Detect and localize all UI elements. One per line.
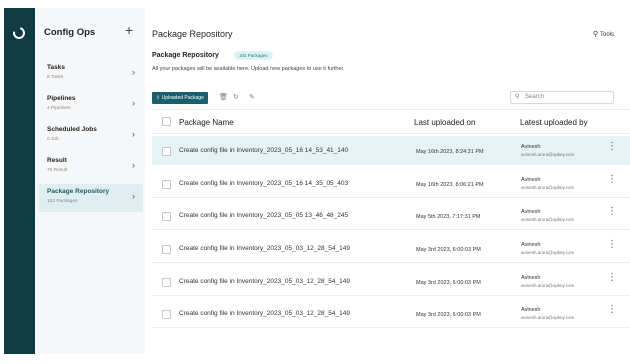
tools-label: Tools <box>599 32 614 38</box>
plus-icon[interactable]: + <box>125 23 133 37</box>
more-options-icon[interactable]: ⋮ <box>607 142 617 152</box>
uploader-email: avinesh.arora@opkey.com <box>521 152 575 157</box>
table-row[interactable]: Create config file in Inventory_2023_05_… <box>152 299 630 328</box>
uploader-email: avinesh.arora@opkey.com <box>521 250 575 255</box>
sidebar-title: Config Ops <box>44 27 96 38</box>
package-name: Create config file in Inventory_2023_05_… <box>179 147 349 154</box>
row-checkbox[interactable] <box>162 180 171 189</box>
more-options-icon[interactable]: ⋮ <box>607 207 617 217</box>
uploader-name: Avinesh <box>521 144 541 150</box>
row-checkbox[interactable] <box>162 245 171 254</box>
wrench-icon: ⚲ <box>592 31 598 38</box>
page-title: Package Repository <box>152 29 233 39</box>
more-options-icon[interactable]: ⋮ <box>607 240 617 250</box>
column-header-name[interactable]: Package Name <box>179 118 234 127</box>
column-header-date[interactable]: Last uploaded on <box>414 118 475 127</box>
refresh-icon[interactable]: ↻ <box>233 93 239 101</box>
upload-label: Uploaded Package <box>161 95 204 101</box>
uploaded-date: May 5th 2023, 7:17:31 PM <box>416 214 481 220</box>
sidebar-item-label: Pipelines <box>47 95 76 102</box>
row-checkbox[interactable] <box>162 212 171 221</box>
search-input[interactable]: ⚲ Search <box>510 91 614 104</box>
search-icon: ⚲ <box>515 94 520 100</box>
table-row[interactable]: Create config file in Inventory_2023_05_… <box>152 234 630 263</box>
more-options-icon[interactable]: ⋮ <box>607 273 617 283</box>
uploader-name: Avinesh <box>521 307 541 313</box>
more-options-icon[interactable]: ⋮ <box>607 175 617 185</box>
uploader-email: avinesh.arora@opkey.com <box>521 283 575 288</box>
sidebar-item[interactable]: Scheduled Jobs 0 Job › <box>39 122 143 150</box>
sidebar-item[interactable]: Result 70 Result › <box>39 153 143 181</box>
uploader-email: avinesh.arora@opkey.com <box>521 315 575 320</box>
row-checkbox[interactable] <box>162 278 171 287</box>
edit-icon[interactable]: ✎ <box>249 93 255 101</box>
column-header-user[interactable]: Latest uploaded by <box>520 118 588 127</box>
sidebar-item-label: Result <box>47 157 67 164</box>
more-options-icon[interactable]: ⋮ <box>607 305 617 315</box>
uploader-name: Avinesh <box>521 177 541 183</box>
section-description: All your packages will be available here… <box>152 66 345 72</box>
row-checkbox[interactable] <box>162 310 171 319</box>
upload-package-button[interactable]: ⇧ Uploaded Package <box>152 92 208 104</box>
chevron-right-icon: › <box>132 160 135 170</box>
package-name: Create config file in Inventory_2023_05_… <box>179 310 350 317</box>
chevron-right-icon: › <box>132 98 135 108</box>
table-row[interactable]: Create config file in Inventory_2023_05_… <box>152 201 630 230</box>
package-name: Create config file in Inventory_2023_05_… <box>179 180 349 187</box>
table-row[interactable]: Create config file in Inventory_2023_05_… <box>152 169 630 198</box>
uploaded-date: May 3rd 2023, 6:00:03 PM <box>416 312 481 318</box>
package-name: Create config file in Inventory_2023_05_… <box>179 212 349 219</box>
main-content: Package Repository ⚲ Tools Package Reposi… <box>145 8 630 354</box>
upload-icon: ⇧ <box>156 95 161 101</box>
chevron-right-icon: › <box>132 67 135 77</box>
uploaded-date: May 3rd 2023, 6:00:03 PM <box>416 280 481 286</box>
sidebar-item-label: Scheduled Jobs <box>47 126 97 133</box>
uploaded-date: May 16th 2023, 8:06:21 PM <box>416 182 484 188</box>
sidebar-item-label: Tasks <box>47 64 65 71</box>
sidebar-item-label: Package Repository <box>47 188 110 195</box>
uploader-email: avinesh.arora@opkey.com <box>521 185 575 190</box>
uploader-email: avinesh.arora@opkey.com <box>521 217 575 222</box>
search-placeholder: Search <box>525 94 545 100</box>
sidebar-item-count: 8 Tasks <box>47 75 64 80</box>
packages-table: Package Name Last uploaded on Latest upl… <box>152 109 630 339</box>
uploaded-date: May 16th 2023, 8:24:31 PM <box>416 149 484 155</box>
app-logo-icon[interactable] <box>10 24 28 42</box>
app-rail <box>4 8 35 354</box>
package-name: Create config file in Inventory_2023_05_… <box>179 245 350 252</box>
sidebar-item[interactable]: Pipelines 4 Pipelines › <box>39 91 143 119</box>
chevron-right-icon: › <box>132 191 135 201</box>
uploader-name: Avinesh <box>521 275 541 281</box>
row-checkbox[interactable] <box>162 147 171 156</box>
table-row[interactable]: Create config file in Inventory_2023_05_… <box>152 136 630 165</box>
sidebar-item-count: 4 Pipelines <box>47 106 71 111</box>
tools-button[interactable]: ⚲ Tools <box>593 30 614 38</box>
sidebar-item-count: 0 Job <box>47 137 59 142</box>
package-count-badge: 102 Packages <box>234 51 273 60</box>
sidebar-item[interactable]: Package Repository 102 Packages › <box>39 184 143 212</box>
table-header: Package Name Last uploaded on Latest upl… <box>152 110 630 134</box>
select-all-checkbox[interactable] <box>162 117 171 126</box>
uploader-name: Avinesh <box>521 209 541 215</box>
trash-icon[interactable]: 🗑 <box>219 93 228 101</box>
table-row[interactable]: Create config file in Inventory_2023_05_… <box>152 267 630 296</box>
sidebar-item-count: 102 Packages <box>47 199 78 204</box>
chevron-right-icon: › <box>132 129 135 139</box>
package-name: Create config file in Inventory_2023_05_… <box>179 278 350 285</box>
sidebar-item[interactable]: Tasks 8 Tasks › <box>39 60 143 88</box>
uploaded-date: May 3rd 2023, 6:00:03 PM <box>416 247 481 253</box>
sidebar: Config Ops + Tasks 8 Tasks › Pipelines 4 Pip… <box>35 8 145 354</box>
sidebar-item-count: 70 Result <box>47 168 68 173</box>
section-title: Package Repository <box>152 52 219 59</box>
uploader-name: Avinesh <box>521 242 541 248</box>
